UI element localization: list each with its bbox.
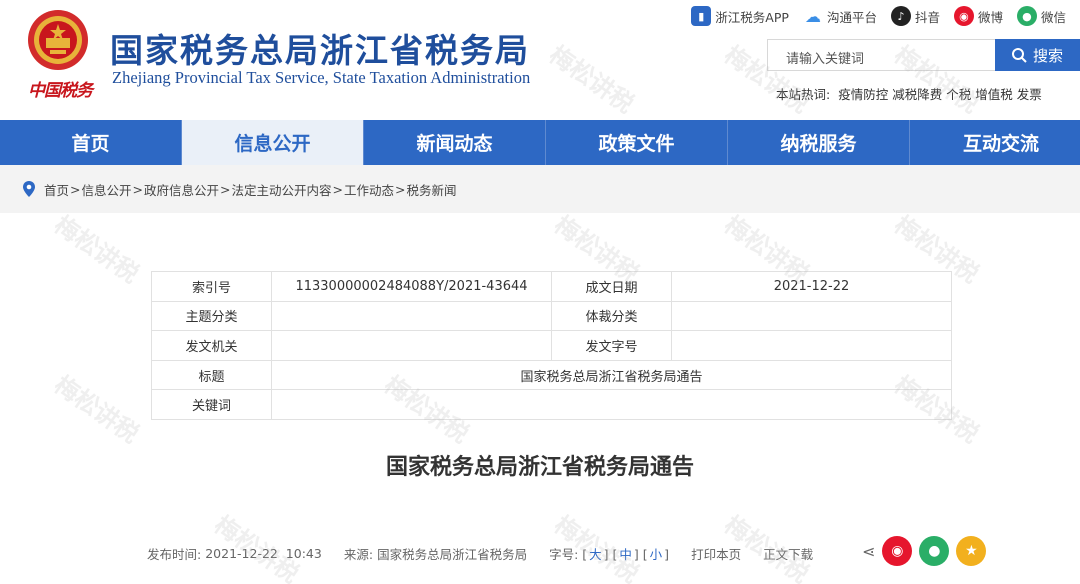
meta-label: 标题 [151, 359, 272, 391]
nav-news[interactable]: 新闻动态 [364, 120, 546, 165]
share-wechat-icon[interactable]: ● [919, 536, 950, 566]
search-button-label: 搜索 [1033, 46, 1064, 65]
article-info-bar: 发布时间: 2021-12-22 10:43 来源: 国家税务总局浙江省税务局 … [147, 544, 813, 563]
share-bar: ⋖ ◉ ● ★ [862, 536, 987, 566]
location-pin-icon [23, 181, 35, 197]
hot-word[interactable]: 减税降费 [892, 87, 942, 102]
site-header: 中国税务 国家税务总局浙江省税务局 Zhejiang Provincial Ta… [0, 0, 1080, 120]
hot-word[interactable]: 发票 [1017, 87, 1042, 102]
hot-word[interactable]: 个税 [946, 87, 971, 102]
social-wechat[interactable]: ● 微信 [1016, 6, 1066, 26]
meta-value [271, 330, 552, 361]
search-icon [1012, 48, 1027, 63]
publish-time: 2021-12-22 10:43 [205, 546, 322, 561]
nav-info-disclosure[interactable]: 信息公开 [182, 120, 364, 165]
meta-label: 发文字号 [551, 330, 672, 361]
main-nav: 首页 信息公开 新闻动态 政策文件 纳税服务 互动交流 [0, 120, 1080, 165]
social-app-label: 浙江税务APP [715, 9, 789, 25]
meta-label: 成文日期 [551, 271, 672, 302]
nav-interaction[interactable]: 互动交流 [910, 120, 1080, 165]
favorite-star-icon[interactable]: ★ [956, 536, 987, 566]
search-input[interactable]: 请输入关键词 [767, 39, 995, 71]
breadcrumb-item[interactable]: 首页 [44, 180, 69, 199]
print-button[interactable]: 打印本页 [691, 544, 741, 563]
article-title: 国家税务总局浙江省税务局通告 [385, 455, 694, 480]
font-size-control: 字号: [大] [中] [小] [549, 547, 670, 562]
meta-value [271, 389, 952, 420]
wechat-icon: ● [1016, 6, 1037, 26]
document-meta-table: 索引号 11330000002484088Y/2021-43644 成文日期 2… [151, 271, 952, 420]
social-wechat-label: 微信 [1040, 9, 1066, 25]
hot-word[interactable]: 增值税 [975, 87, 1013, 102]
meta-label: 关键词 [151, 389, 272, 420]
table-row: 发文机关 发文字号 [151, 330, 952, 361]
social-platform-label: 沟通平台 [826, 9, 877, 25]
meta-value [271, 300, 552, 332]
social-platform[interactable]: ☁ 沟通平台 [803, 6, 877, 26]
social-links: ▮ 浙江税务APP ☁ 沟通平台 ♪ 抖音 ◉ 微博 ● 微信 [691, 4, 1080, 28]
tiktok-icon: ♪ [890, 6, 911, 26]
meta-label: 主题分类 [151, 300, 272, 332]
breadcrumb: 首页 > 信息公开 > 政府信息公开 > 法定主动公开内容 > 工作动态 > 税务新闻 [0, 165, 1080, 213]
breadcrumb-item[interactable]: 法定主动公开内容 [232, 180, 332, 199]
site-title[interactable]: 国家税务总局浙江省税务局 [110, 24, 530, 72]
download-button[interactable]: 正文下载 [763, 544, 813, 563]
meta-label: 体裁分类 [551, 300, 672, 332]
meta-label: 索引号 [151, 271, 272, 302]
site-subtitle: Zhejiang Provincial Tax Service, State T… [112, 68, 531, 87]
social-douyin[interactable]: ♪ 抖音 [890, 6, 940, 26]
table-row: 主题分类 体裁分类 [151, 300, 952, 332]
social-weibo[interactable]: ◉ 微博 [953, 6, 1003, 26]
hot-word[interactable]: 疫情防控 [838, 87, 888, 102]
share-weibo-icon[interactable]: ◉ [882, 536, 913, 566]
cloud-icon: ☁ [804, 6, 821, 26]
publish-label: 发布时间: [147, 547, 202, 562]
breadcrumb-item[interactable]: 税务新闻 [407, 180, 457, 199]
weibo-icon: ◉ [953, 6, 974, 26]
nav-tax-service[interactable]: 纳税服务 [728, 120, 910, 165]
national-emblem-icon [28, 10, 88, 70]
breadcrumb-item[interactable]: 政府信息公开 [144, 180, 219, 199]
article-content: 索引号 11330000002484088Y/2021-43644 成文日期 2… [0, 213, 1080, 584]
share-icon[interactable]: ⋖ [862, 542, 875, 561]
nav-home[interactable]: 首页 [0, 120, 182, 165]
china-tax-logo: 中国税务 [28, 81, 93, 101]
meta-value [671, 330, 952, 361]
source-value: 国家税务总局浙江省税务局 [377, 547, 528, 562]
font-small-button[interactable]: 小 [650, 547, 663, 562]
font-size-label: 字号: [549, 547, 579, 562]
font-large-button[interactable]: 大 [589, 547, 602, 562]
social-weibo-label: 微博 [977, 9, 1003, 25]
search-button[interactable]: 搜索 [995, 39, 1080, 71]
social-app[interactable]: ▮ 浙江税务APP [691, 6, 789, 26]
meta-value: 2021-12-22 [671, 271, 952, 302]
meta-value [671, 300, 952, 332]
social-douyin-label: 抖音 [914, 9, 940, 25]
nav-policy[interactable]: 政策文件 [546, 120, 728, 165]
meta-value: 国家税务总局浙江省税务局通告 [271, 359, 952, 391]
font-medium-button[interactable]: 中 [619, 547, 632, 562]
meta-value: 11330000002484088Y/2021-43644 [271, 271, 552, 302]
hot-words-label: 本站热词: [776, 87, 831, 102]
source-label: 来源: [343, 547, 374, 562]
breadcrumb-item[interactable]: 工作动态 [344, 180, 394, 199]
table-row: 索引号 11330000002484088Y/2021-43644 成文日期 2… [151, 271, 952, 302]
table-row: 标题 国家税务总局浙江省税务局通告 [151, 359, 952, 391]
breadcrumb-item[interactable]: 信息公开 [82, 180, 132, 199]
hot-words: 本站热词: 疫情防控 减税降费 个税 增值税 发票 [776, 84, 1046, 103]
meta-label: 发文机关 [151, 330, 272, 361]
app-icon: ▮ [691, 6, 712, 26]
table-row: 关键词 [151, 389, 952, 420]
